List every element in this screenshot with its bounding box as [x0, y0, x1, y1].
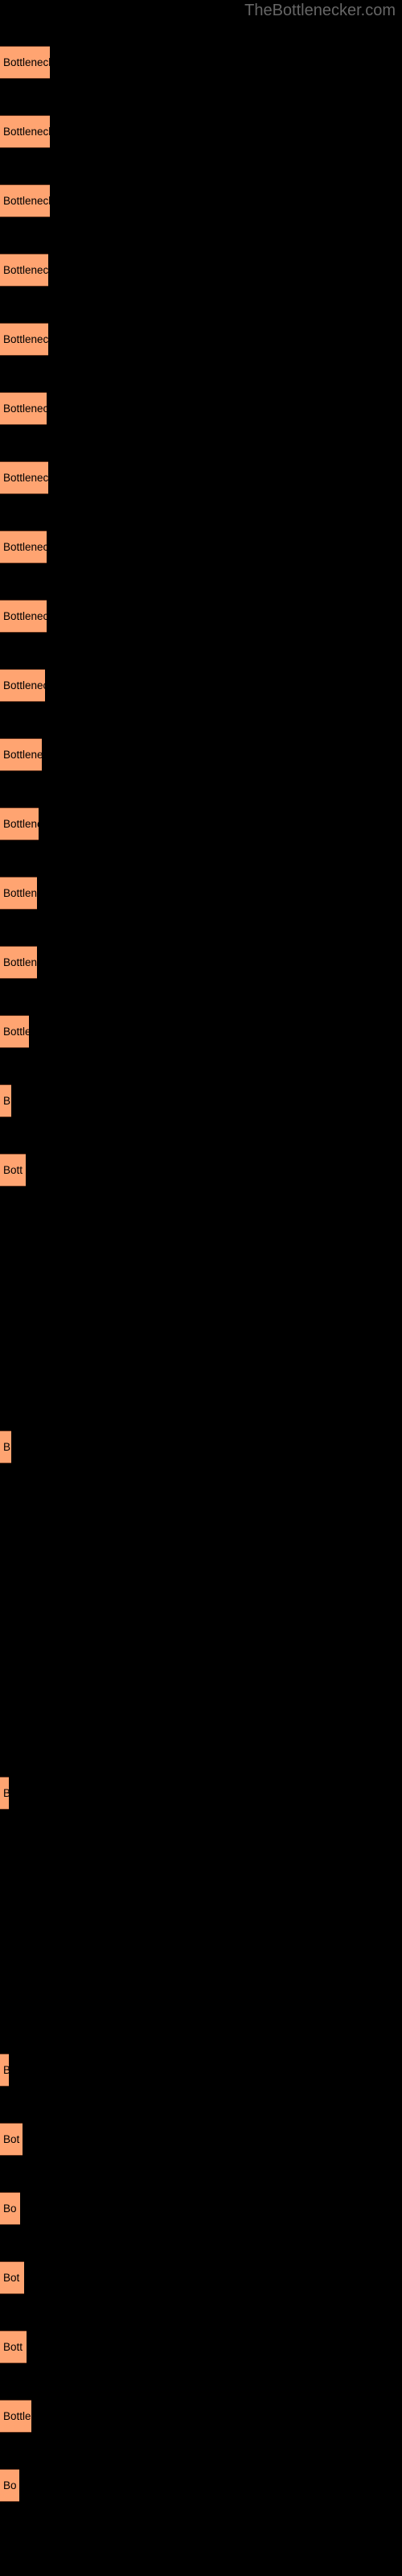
- bar-item: Bottleneck r: [0, 738, 42, 771]
- bar-label: Bottleneck result: [3, 194, 50, 207]
- bar-item: Bottleneck: [0, 877, 37, 910]
- bar-item: Bottleneck re: [0, 600, 47, 633]
- bar-label: B: [0, 2065, 9, 2076]
- bar-label: Bottleneck result: [3, 56, 50, 68]
- bar-label: Bottle: [3, 2409, 31, 2422]
- bar-label: Bottleneck result: [3, 125, 50, 138]
- bar-label: Bot: [3, 2132, 20, 2145]
- bar-item: Bottleneck re: [0, 392, 47, 425]
- bar-item: Bottle: [0, 1015, 29, 1048]
- bar-item: Bott: [0, 1154, 26, 1187]
- bar-item: B: [0, 2054, 9, 2087]
- bar-item: B: [0, 1777, 9, 1810]
- bar-item: Bottleneck re: [0, 323, 48, 356]
- bar-label: Bottleneck: [3, 886, 37, 899]
- bar-item: Bottleneck result: [0, 184, 50, 217]
- bar-label: Bot: [3, 2271, 20, 2284]
- bar-item: Bot: [0, 2123, 23, 2156]
- bar-label: Bottleneck r: [3, 679, 45, 691]
- bar-label: Bottleneck: [3, 817, 39, 830]
- bar-label: Bottleneck re: [3, 471, 48, 484]
- bar-label: Bottleneck re: [3, 332, 48, 345]
- bar-label: Bottleneck: [3, 956, 37, 968]
- bar-label: Bottleneck re: [3, 540, 47, 553]
- bar-item: Bot: [0, 2261, 24, 2294]
- bar-item: Bottleneck r: [0, 669, 45, 702]
- bar-label: Bottleneck r: [3, 748, 42, 761]
- bar-label: Bott: [3, 1163, 23, 1176]
- bar-label: Bottleneck re: [3, 402, 47, 415]
- bar-series-layer: Bottleneck result Bottleneck result Bottle…: [0, 0, 402, 2576]
- bar-label: Bottleneck re: [3, 263, 48, 276]
- bar-label: Bottle: [3, 1025, 29, 1038]
- bar-item: Bottleneck re: [0, 461, 48, 494]
- bar-chart-canvas: TheBottlenecker.com Bottleneck resultBot…: [0, 0, 402, 2576]
- bar-item: Bottleneck re: [0, 254, 48, 287]
- bar-item: Bo: [0, 2469, 19, 2502]
- bar-item: Bott: [0, 2330, 27, 2363]
- bar-label: B: [3, 1440, 11, 1453]
- bar-item: Bottleneck result: [0, 115, 50, 148]
- bar-label: Bo: [3, 2479, 17, 2491]
- bar-label: Bott: [3, 2340, 23, 2353]
- bar-item: B: [0, 1084, 11, 1117]
- bar-label: B: [3, 1094, 11, 1107]
- bar-label: Bottleneck re: [3, 609, 47, 622]
- bar-item: Bo: [0, 2192, 20, 2225]
- bar-label: Bo: [3, 2202, 17, 2215]
- bar-item: Bottleneck re: [0, 530, 47, 564]
- bar-item: Bottleneck: [0, 946, 37, 979]
- bar-item: Bottle: [0, 2400, 31, 2433]
- bar-label: B: [0, 1788, 9, 1799]
- bar-item: Bottleneck: [0, 807, 39, 840]
- bar-item: B: [0, 1430, 11, 1463]
- bar-item: Bottleneck result: [0, 46, 50, 79]
